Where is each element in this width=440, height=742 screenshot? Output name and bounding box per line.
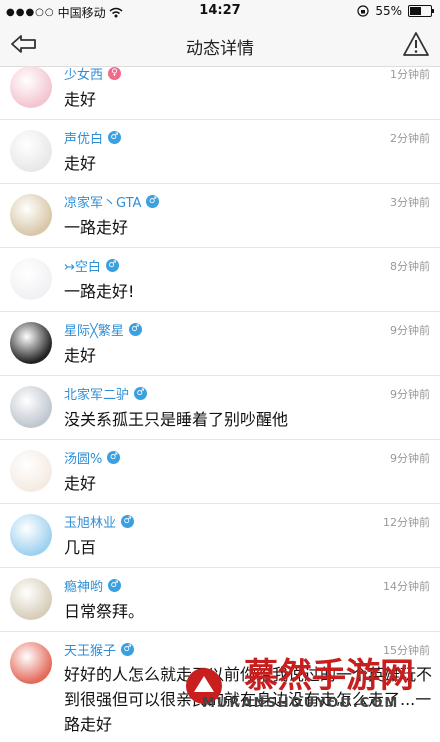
- male-icon: ♂: [121, 515, 135, 528]
- name-line: 凉家军丶GTA ♂: [64, 192, 160, 211]
- user-name[interactable]: 汤圆%: [64, 448, 102, 467]
- female-icon: ♀: [108, 67, 122, 80]
- comment-text: 走好: [64, 90, 97, 109]
- comment-text: 日常祭拜。: [64, 602, 145, 621]
- male-icon: ♂: [107, 451, 121, 464]
- watermark-brand: 慕然手游网: [244, 656, 414, 696]
- comment-text: 没关系孤王只是睡着了别吵醒他: [64, 410, 289, 429]
- battery-group: 55%: [357, 4, 434, 18]
- avatar[interactable]: [10, 514, 52, 556]
- battery-percent: 55%: [375, 4, 402, 18]
- warning-report-icon[interactable]: [402, 30, 430, 58]
- male-icon: ♂: [108, 579, 122, 592]
- name-line: ↣空白 ♂: [64, 256, 119, 275]
- user-name[interactable]: 玉旭林业: [64, 512, 116, 531]
- name-line: 汤圆% ♂: [64, 448, 121, 467]
- comment-time: 9分钟前: [390, 452, 430, 465]
- name-line: 星际╳繁星 ♂: [64, 320, 142, 339]
- avatar[interactable]: [10, 578, 52, 620]
- comment-text: 走好: [64, 346, 97, 365]
- user-name[interactable]: ↣空白: [64, 256, 101, 275]
- avatar[interactable]: [10, 642, 52, 684]
- orientation-lock-icon: [357, 5, 369, 17]
- user-name[interactable]: 凉家军丶GTA: [64, 192, 141, 211]
- avatar[interactable]: [10, 450, 52, 492]
- male-icon: ♂: [105, 259, 119, 272]
- user-name[interactable]: 北家军二驴: [64, 384, 129, 403]
- comment-row[interactable]: 星际╳繁星 ♂ 9分钟前走好: [0, 312, 440, 376]
- male-icon: ♂: [108, 131, 122, 144]
- comment-time: 9分钟前: [390, 388, 430, 401]
- battery-fill: [410, 7, 421, 15]
- comment-time: 8分钟前: [390, 260, 430, 273]
- name-line: 声优白 ♂: [64, 128, 122, 147]
- comment-time: 2分钟前: [390, 132, 430, 145]
- comment-row[interactable]: 玉旭林业 ♂ 12分钟前几百: [0, 504, 440, 568]
- user-name[interactable]: 少女西: [64, 64, 103, 83]
- comment-text: 几百: [64, 538, 97, 557]
- comment-time: 12分钟前: [383, 516, 430, 529]
- user-name[interactable]: 天王猴子: [64, 640, 116, 659]
- name-line: 玉旭林业 ♂: [64, 512, 135, 531]
- comment-row[interactable]: 少女西 ♀ 1分钟前走好: [0, 56, 440, 120]
- comment-row[interactable]: 瘾神哟 ♂ 14分钟前日常祭拜。: [0, 568, 440, 632]
- avatar[interactable]: [10, 322, 52, 364]
- user-name[interactable]: 星际╳繁星: [64, 320, 124, 339]
- name-line: 少女西 ♀: [64, 64, 122, 83]
- avatar[interactable]: [10, 386, 52, 428]
- avatar[interactable]: [10, 130, 52, 172]
- male-icon: ♂: [146, 195, 160, 208]
- avatar[interactable]: [10, 194, 52, 236]
- comment-list: 少女西 ♀ 1分钟前 走好 声优白 ♂ 2分钟前 走好 凉家军丶GTA ♂ 3分钟前 一路走好 ↣空白 ♂…: [0, 56, 440, 742]
- comment-row[interactable]: 汤圆% ♂ 9分钟前走好: [0, 440, 440, 504]
- name-line: 北家军二驴 ♂: [64, 384, 148, 403]
- name-line: 天王猴子 ♂: [64, 640, 135, 659]
- avatar[interactable]: [10, 66, 52, 108]
- comment-time: 9分钟前: [390, 324, 430, 337]
- comment-time: 14分钟前: [383, 580, 430, 593]
- male-icon: ♂: [134, 387, 148, 400]
- comment-row[interactable]: 凉家军丶GTA ♂ 3分钟前一路走好: [0, 184, 440, 248]
- watermark-domain: MURANSHOUYOU.COM: [202, 696, 400, 711]
- comment-text: 一路走好!: [64, 282, 135, 301]
- comment-time: 3分钟前: [390, 196, 430, 209]
- site-watermark: 慕然手游网 MURANSHOUYOU.COM: [184, 648, 434, 726]
- battery-icon: [408, 5, 434, 17]
- comment-time: 1分钟前: [390, 68, 430, 81]
- comment-text: 走好: [64, 154, 97, 173]
- male-icon: ♂: [128, 323, 142, 336]
- name-line: 瘾神哟 ♂: [64, 576, 122, 595]
- male-icon: ♂: [121, 643, 135, 656]
- user-name[interactable]: 瘾神哟: [64, 576, 103, 595]
- comment-text: 一路走好: [64, 218, 129, 237]
- comment-text: 走好: [64, 474, 97, 493]
- comment-row[interactable]: 声优白 ♂ 2分钟前走好: [0, 120, 440, 184]
- user-name[interactable]: 声优白: [64, 128, 103, 147]
- status-bar: ●●●○○ 中国移动 14:27 55%: [0, 0, 440, 22]
- avatar[interactable]: [10, 258, 52, 300]
- comment-row[interactable]: 北家军二驴 ♂ 9分钟前没关系孤王只是睡着了别吵醒他: [0, 376, 440, 440]
- comment-row[interactable]: ↣空白 ♂ 8分钟前一路走好!: [0, 248, 440, 312]
